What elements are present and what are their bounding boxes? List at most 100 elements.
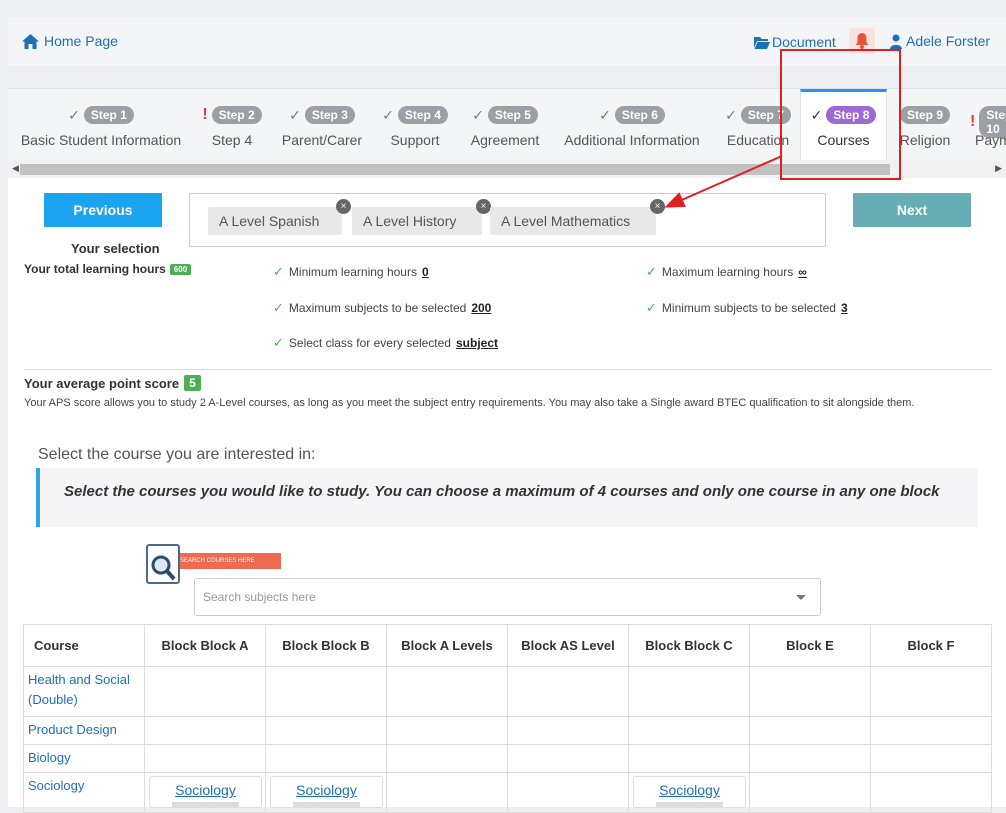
table-cell (386, 666, 508, 717)
table-row: Biology (23, 744, 992, 773)
step-label: Additional Information (564, 132, 700, 148)
selected-course-chip: A Level Mathematics × (490, 199, 665, 235)
requirement-value: subject (455, 336, 498, 350)
remove-chip-icon[interactable]: × (476, 199, 491, 214)
class-option-card[interactable]: Sociology (270, 776, 383, 808)
check-icon: ✓ (289, 107, 301, 123)
table-cell (628, 716, 750, 745)
requirement-max-subjects: ✓ Maximum subjects to be selected 200 (273, 300, 491, 316)
table-cell (144, 716, 266, 745)
table-cell (628, 744, 750, 773)
table-header-row: Course Block Block A Block Block B Block… (23, 624, 992, 667)
chip-label: A Level History (363, 213, 457, 229)
selected-courses-box: A Level Spanish × A Level History × A Le… (189, 193, 826, 247)
table-cell (628, 666, 750, 717)
class-option-link[interactable]: Sociology (296, 782, 357, 798)
check-icon: ✓ (68, 107, 80, 123)
class-option-link[interactable]: Sociology (659, 782, 720, 798)
check-icon: ✓ (273, 300, 284, 315)
step-3-tab[interactable]: ✓ Step 3 Parent/Carer (274, 89, 370, 161)
user-menu[interactable]: Adele Forster (890, 33, 990, 49)
requirement-value: 3 (840, 301, 848, 315)
check-icon: ✓ (273, 335, 284, 350)
requirement-select-class: ✓ Select class for every selected subjec… (273, 335, 498, 351)
step-pill: Step 2 (211, 106, 262, 124)
requirement-label: Minimum learning hours (288, 265, 417, 279)
table-cell (507, 744, 629, 773)
instruction-callout: Select the courses you would like to stu… (36, 468, 978, 527)
next-button[interactable]: Next (853, 193, 971, 227)
course-link[interactable]: Product Design (23, 716, 145, 745)
previous-button[interactable]: Previous (44, 193, 162, 227)
check-icon: ✓ (599, 107, 611, 123)
requirement-label: Maximum learning hours (661, 265, 794, 279)
class-option-bar (172, 802, 239, 807)
aps-description: Your APS score allows you to study 2 A-L… (24, 397, 915, 409)
step-5-tab[interactable]: ✓ Step 5 Agreement (462, 89, 548, 161)
table-cell (870, 716, 992, 745)
column-header: Block F (870, 624, 992, 667)
main-content: Previous Next A Level Spanish × A Level … (8, 178, 1006, 813)
document-label: Document (772, 34, 836, 50)
remove-chip-icon[interactable]: × (650, 199, 665, 214)
aps-title: Your average point score 5 (24, 375, 201, 391)
table-cell (386, 744, 508, 773)
class-option-bar (656, 802, 723, 807)
check-icon: ✓ (725, 107, 737, 123)
scroll-right-icon[interactable]: ▶ (995, 163, 1002, 174)
step-label: Basic Student Information (20, 132, 182, 148)
table-cell (265, 716, 387, 745)
course-link[interactable]: Biology (23, 744, 145, 773)
requirement-label: Maximum subjects to be selected (288, 301, 467, 315)
requirement-value: 200 (471, 301, 492, 315)
step-label: Support (390, 132, 440, 148)
column-header: Block Block C (628, 624, 750, 667)
requirement-label: Minimum subjects to be selected (661, 301, 836, 315)
scrollbar-thumb[interactable] (20, 164, 890, 175)
step-label: Payment (975, 132, 1006, 148)
table-cell (144, 744, 266, 773)
step-2-tab[interactable]: ! Step 2 Step 4 (196, 89, 268, 161)
remove-chip-icon[interactable]: × (336, 199, 351, 214)
step-4-tab[interactable]: ✓ Step 4 Support (376, 89, 454, 161)
your-selection-title: Your selection (71, 241, 160, 256)
folder-open-icon (754, 36, 770, 49)
subject-search-select[interactable]: Search subjects here (194, 578, 821, 616)
step-10-tab[interactable]: !Step 10 Payment (970, 89, 1006, 161)
class-option-card[interactable]: Sociology (633, 776, 746, 808)
table-cell (265, 744, 387, 773)
step-6-tab[interactable]: ✓ Step 6 Additional Information (556, 89, 708, 161)
table-row: Product Design (23, 716, 992, 745)
step-label: Religion (899, 132, 951, 148)
check-icon: ✓ (382, 107, 394, 123)
user-icon (890, 34, 902, 49)
warning-icon: ! (202, 106, 208, 123)
divider (24, 369, 992, 370)
home-link[interactable]: Home Page (22, 33, 118, 49)
bell-icon (855, 33, 869, 49)
step-label: Agreement (470, 132, 540, 148)
step-pill: Step 9 (899, 106, 950, 124)
class-option-card[interactable]: Sociology (149, 776, 262, 808)
table-cell (870, 666, 992, 717)
class-option-link[interactable]: Sociology (175, 782, 236, 798)
course-link[interactable]: Health and Social (Double) (23, 666, 145, 717)
table-cell (749, 744, 871, 773)
warning-icon: ! (970, 113, 976, 130)
step-1-tab[interactable]: ✓ Step 1 Basic Student Information (10, 89, 192, 161)
chevron-down-icon[interactable] (796, 595, 806, 600)
search-placeholder: Search subjects here (203, 590, 316, 604)
scroll-left-icon[interactable]: ◀ (12, 163, 19, 174)
requirement-min-hours: ✓ Minimum learning hours 0 (273, 264, 429, 280)
selected-course-chip: A Level Spanish × (208, 199, 351, 235)
step-9-tab[interactable]: Step 9 Religion (892, 89, 958, 161)
course-blocks-table: Course Block Block A Block Block B Block… (23, 624, 992, 813)
table-cell (144, 666, 266, 717)
requirement-value: ∞ (798, 265, 807, 279)
table-cell (507, 666, 629, 717)
aps-score-badge: 5 (184, 375, 201, 391)
step-pill: Step 4 (397, 106, 448, 124)
step-label: Parent/Carer (281, 132, 363, 148)
total-hours-label: Your total learning hours (24, 262, 166, 276)
document-link[interactable]: Document (754, 34, 836, 50)
